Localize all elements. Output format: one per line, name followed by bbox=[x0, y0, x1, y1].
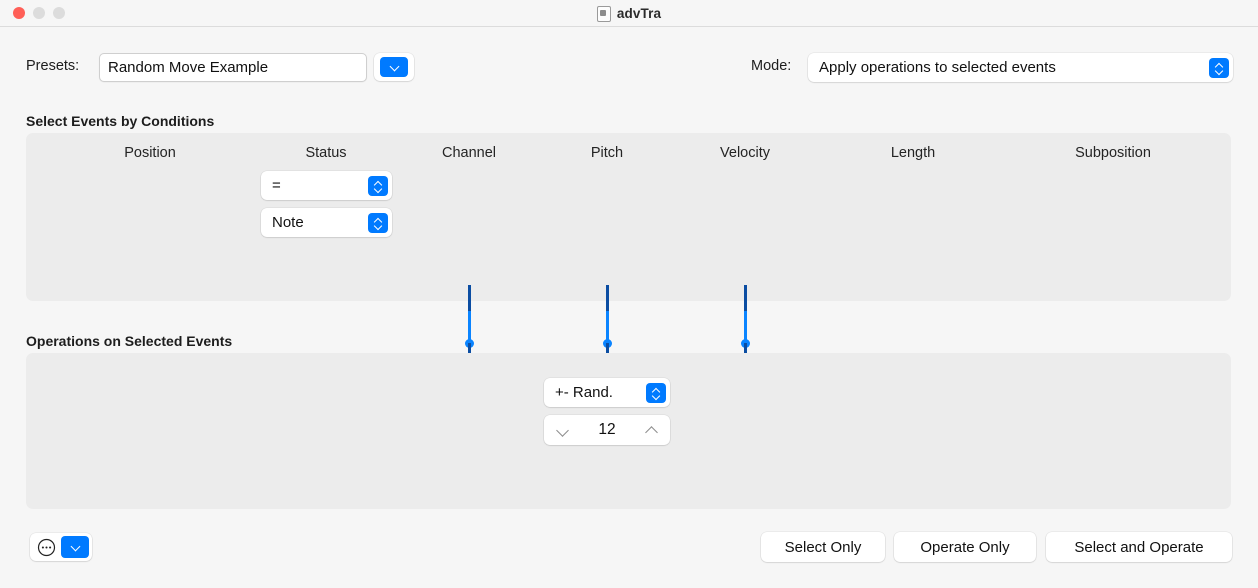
mode-popup-value: Apply operations to selected events bbox=[808, 59, 1209, 76]
column-header-channel: Channel bbox=[442, 145, 496, 161]
options-segmented-control[interactable] bbox=[30, 533, 92, 561]
chevron-up-down-icon bbox=[1209, 58, 1229, 78]
pitch-amount-value: 12 bbox=[598, 421, 615, 439]
chevron-up-down-icon bbox=[368, 213, 388, 233]
status-operator-value: = bbox=[261, 177, 368, 194]
document-icon bbox=[597, 6, 611, 22]
ellipsis-circle-icon[interactable] bbox=[33, 536, 59, 558]
zoom-button[interactable] bbox=[53, 7, 65, 19]
mode-popup-button[interactable]: Apply operations to selected events bbox=[808, 53, 1233, 82]
chevron-up-down-icon bbox=[646, 383, 666, 403]
minimize-button[interactable] bbox=[33, 7, 45, 19]
select-and-operate-button[interactable]: Select and Operate bbox=[1046, 532, 1232, 562]
title-bar: advTra bbox=[0, 0, 1258, 27]
conditions-panel bbox=[26, 133, 1231, 301]
chevron-up-icon[interactable] bbox=[645, 424, 658, 437]
pitch-amount-stepper[interactable]: 12 bbox=[544, 415, 670, 445]
chevron-down-icon bbox=[380, 57, 408, 77]
window-title-group: advTra bbox=[0, 0, 1258, 27]
chevron-down-icon[interactable] bbox=[61, 536, 89, 558]
column-header-status: Status bbox=[305, 145, 346, 161]
chevron-down-icon[interactable] bbox=[556, 424, 569, 437]
operate-only-button[interactable]: Operate Only bbox=[894, 532, 1036, 562]
presets-input[interactable]: Random Move Example bbox=[99, 53, 367, 82]
status-value-text: Note bbox=[261, 214, 368, 231]
pitch-operation-value: +- Rand. bbox=[544, 384, 646, 401]
column-header-velocity: Velocity bbox=[720, 145, 770, 161]
presets-label: Presets: bbox=[26, 58, 79, 74]
app-window: advTra Presets: Random Move Example Mode… bbox=[0, 0, 1258, 588]
presets-pulldown-button[interactable] bbox=[374, 53, 414, 81]
close-button[interactable] bbox=[13, 7, 25, 19]
column-header-subposition: Subposition bbox=[1075, 145, 1151, 161]
status-value-popup[interactable]: Note bbox=[261, 208, 392, 237]
pitch-operation-popup[interactable]: +- Rand. bbox=[544, 378, 670, 407]
column-header-position: Position bbox=[124, 145, 176, 161]
mode-label: Mode: bbox=[751, 58, 791, 74]
presets-input-value: Random Move Example bbox=[108, 59, 268, 76]
window-title: advTra bbox=[617, 6, 661, 21]
column-header-length: Length bbox=[891, 145, 935, 161]
chevron-up-down-icon bbox=[368, 176, 388, 196]
status-operator-popup[interactable]: = bbox=[261, 171, 392, 200]
column-header-pitch: Pitch bbox=[591, 145, 623, 161]
operations-section-title: Operations on Selected Events bbox=[26, 333, 232, 349]
conditions-section-title: Select Events by Conditions bbox=[26, 113, 214, 129]
select-only-button[interactable]: Select Only bbox=[761, 532, 885, 562]
